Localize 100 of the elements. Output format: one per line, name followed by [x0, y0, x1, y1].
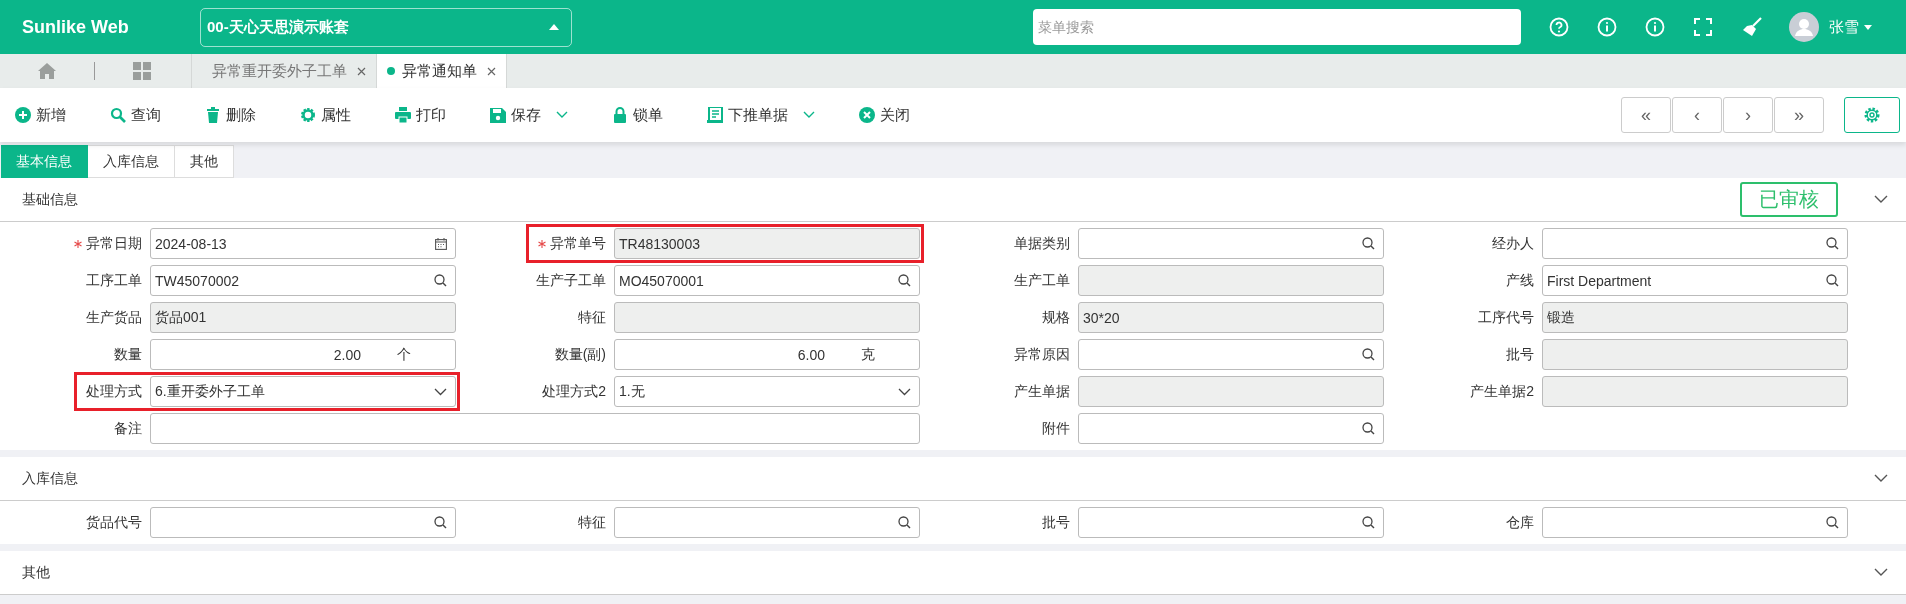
number-field[interactable]: 6.00 克: [614, 339, 920, 370]
search-icon[interactable]: [1826, 516, 1839, 529]
search-icon[interactable]: [434, 516, 447, 529]
help-icon[interactable]: [1549, 17, 1569, 37]
search-icon[interactable]: [1826, 237, 1839, 250]
field-label: 工序工单: [86, 271, 142, 290]
settings-button[interactable]: [1844, 97, 1900, 133]
close-icon[interactable]: [357, 66, 366, 76]
section-tab[interactable]: 其他: [175, 145, 234, 178]
select-field[interactable]: 1.无: [614, 376, 920, 407]
number-field[interactable]: 2.00 个: [150, 339, 456, 370]
lookup-field[interactable]: [1542, 228, 1848, 259]
readonly-field[interactable]: 锻造: [1542, 302, 1848, 333]
search-icon[interactable]: [434, 274, 447, 287]
readonly-field[interactable]: [614, 302, 920, 333]
lookup-field[interactable]: [150, 507, 456, 538]
toolbar-button[interactable]: 属性: [300, 98, 351, 132]
toolbar-button[interactable]: 查询: [110, 98, 161, 132]
pager-button[interactable]: ‹: [1672, 97, 1722, 133]
field-label: 产生单据: [1014, 382, 1070, 401]
pager-button[interactable]: «: [1621, 97, 1671, 133]
field-label: 附件: [1042, 419, 1070, 438]
toolbar-button[interactable]: 保存: [490, 98, 568, 132]
document-tab[interactable]: 异常通知单: [376, 54, 507, 88]
avatar-icon[interactable]: [1789, 12, 1819, 42]
section-title: 基础信息: [22, 190, 79, 209]
lookup-field[interactable]: [1078, 413, 1384, 444]
chevron-down-icon[interactable]: [898, 387, 911, 396]
toolbar-button[interactable]: 打印: [395, 98, 446, 132]
search-icon[interactable]: [1362, 516, 1375, 529]
select-field[interactable]: 6.重开委外子工单: [150, 376, 456, 407]
search-icon[interactable]: [898, 274, 911, 287]
settings-icon: [1863, 106, 1881, 124]
lookup-field[interactable]: [1542, 507, 1848, 538]
active-dot-icon: [387, 67, 395, 75]
toolbar-button[interactable]: 锁单: [612, 98, 663, 132]
grid-icon[interactable]: [133, 62, 151, 80]
search-icon[interactable]: [1362, 422, 1375, 435]
calendar-icon[interactable]: [435, 237, 447, 250]
readonly-field[interactable]: TR48130003: [614, 228, 920, 259]
printer-icon: [395, 107, 411, 123]
chevron-icon[interactable]: [1874, 195, 1888, 204]
field-label: 数量(副): [554, 345, 606, 364]
field-label: 处理方式2: [542, 382, 606, 401]
home-icon[interactable]: [38, 63, 56, 79]
readonly-field[interactable]: [1078, 376, 1384, 407]
close-circle-icon: [859, 107, 875, 123]
field-label: 异常原因: [1014, 345, 1070, 364]
readonly-field[interactable]: 30*20: [1078, 302, 1384, 333]
readonly-field[interactable]: [1542, 339, 1848, 370]
lookup-field[interactable]: TW45070002: [150, 265, 456, 296]
readonly-field[interactable]: [1542, 376, 1848, 407]
lock-icon: [612, 107, 628, 123]
input-field[interactable]: [150, 413, 920, 444]
field-label: 处理方式: [86, 382, 142, 401]
field-label: 生产货品: [86, 308, 142, 327]
toolbar-button[interactable]: 删除: [205, 98, 256, 132]
section-tab[interactable]: 入库信息: [88, 145, 175, 178]
lookup-field[interactable]: [1078, 507, 1384, 538]
field-label: 异常单号: [550, 234, 606, 253]
gear-icon: [300, 107, 316, 123]
lookup-field[interactable]: First Department: [1542, 265, 1848, 296]
search-icon[interactable]: [1362, 237, 1375, 250]
pager-button[interactable]: »: [1774, 97, 1824, 133]
close-icon[interactable]: [487, 66, 496, 76]
lookup-field[interactable]: [1078, 339, 1384, 370]
lookup-field[interactable]: [1078, 228, 1384, 259]
lookup-field[interactable]: MO45070001: [614, 265, 920, 296]
pager-button[interactable]: ›: [1723, 97, 1773, 133]
search-icon[interactable]: [1362, 348, 1375, 361]
status-badge: 已审核: [1740, 182, 1838, 217]
menu-search-field[interactable]: 菜单搜索: [1033, 9, 1521, 45]
section-title: 其他: [22, 563, 51, 582]
date-field[interactable]: 2024-08-13: [150, 228, 456, 259]
field-label: 货品代号: [86, 513, 142, 532]
readonly-field[interactable]: 货品001: [150, 302, 456, 333]
toolbar-button[interactable]: 关闭: [859, 98, 910, 132]
chevron-icon[interactable]: [1874, 474, 1888, 483]
field-label: 批号: [1042, 513, 1070, 532]
field-label: 工序代号: [1478, 308, 1534, 327]
field-label: 批号: [1506, 345, 1534, 364]
field-label: 生产工单: [1014, 271, 1070, 290]
toolbar-button[interactable]: 下推单据: [707, 98, 815, 132]
info-icon[interactable]: [1597, 17, 1617, 37]
broom-icon[interactable]: [1741, 17, 1763, 37]
section-title: 入库信息: [22, 469, 79, 488]
search-icon[interactable]: [1826, 274, 1839, 287]
field-label: 仓库: [1506, 513, 1534, 532]
readonly-field[interactable]: [1078, 265, 1384, 296]
search-icon[interactable]: [898, 516, 911, 529]
toolbar-button[interactable]: 新增: [15, 98, 66, 132]
field-label: 规格: [1042, 308, 1070, 327]
info-icon[interactable]: [1645, 17, 1665, 37]
field-label: 数量: [114, 345, 142, 364]
lookup-field[interactable]: [614, 507, 920, 538]
field-label: 生产子工单: [536, 271, 606, 290]
chevron-down-icon[interactable]: [434, 387, 447, 396]
field-label: 经办人: [1492, 234, 1534, 253]
fullscreen-icon[interactable]: [1693, 17, 1713, 37]
chevron-icon[interactable]: [1874, 568, 1888, 577]
